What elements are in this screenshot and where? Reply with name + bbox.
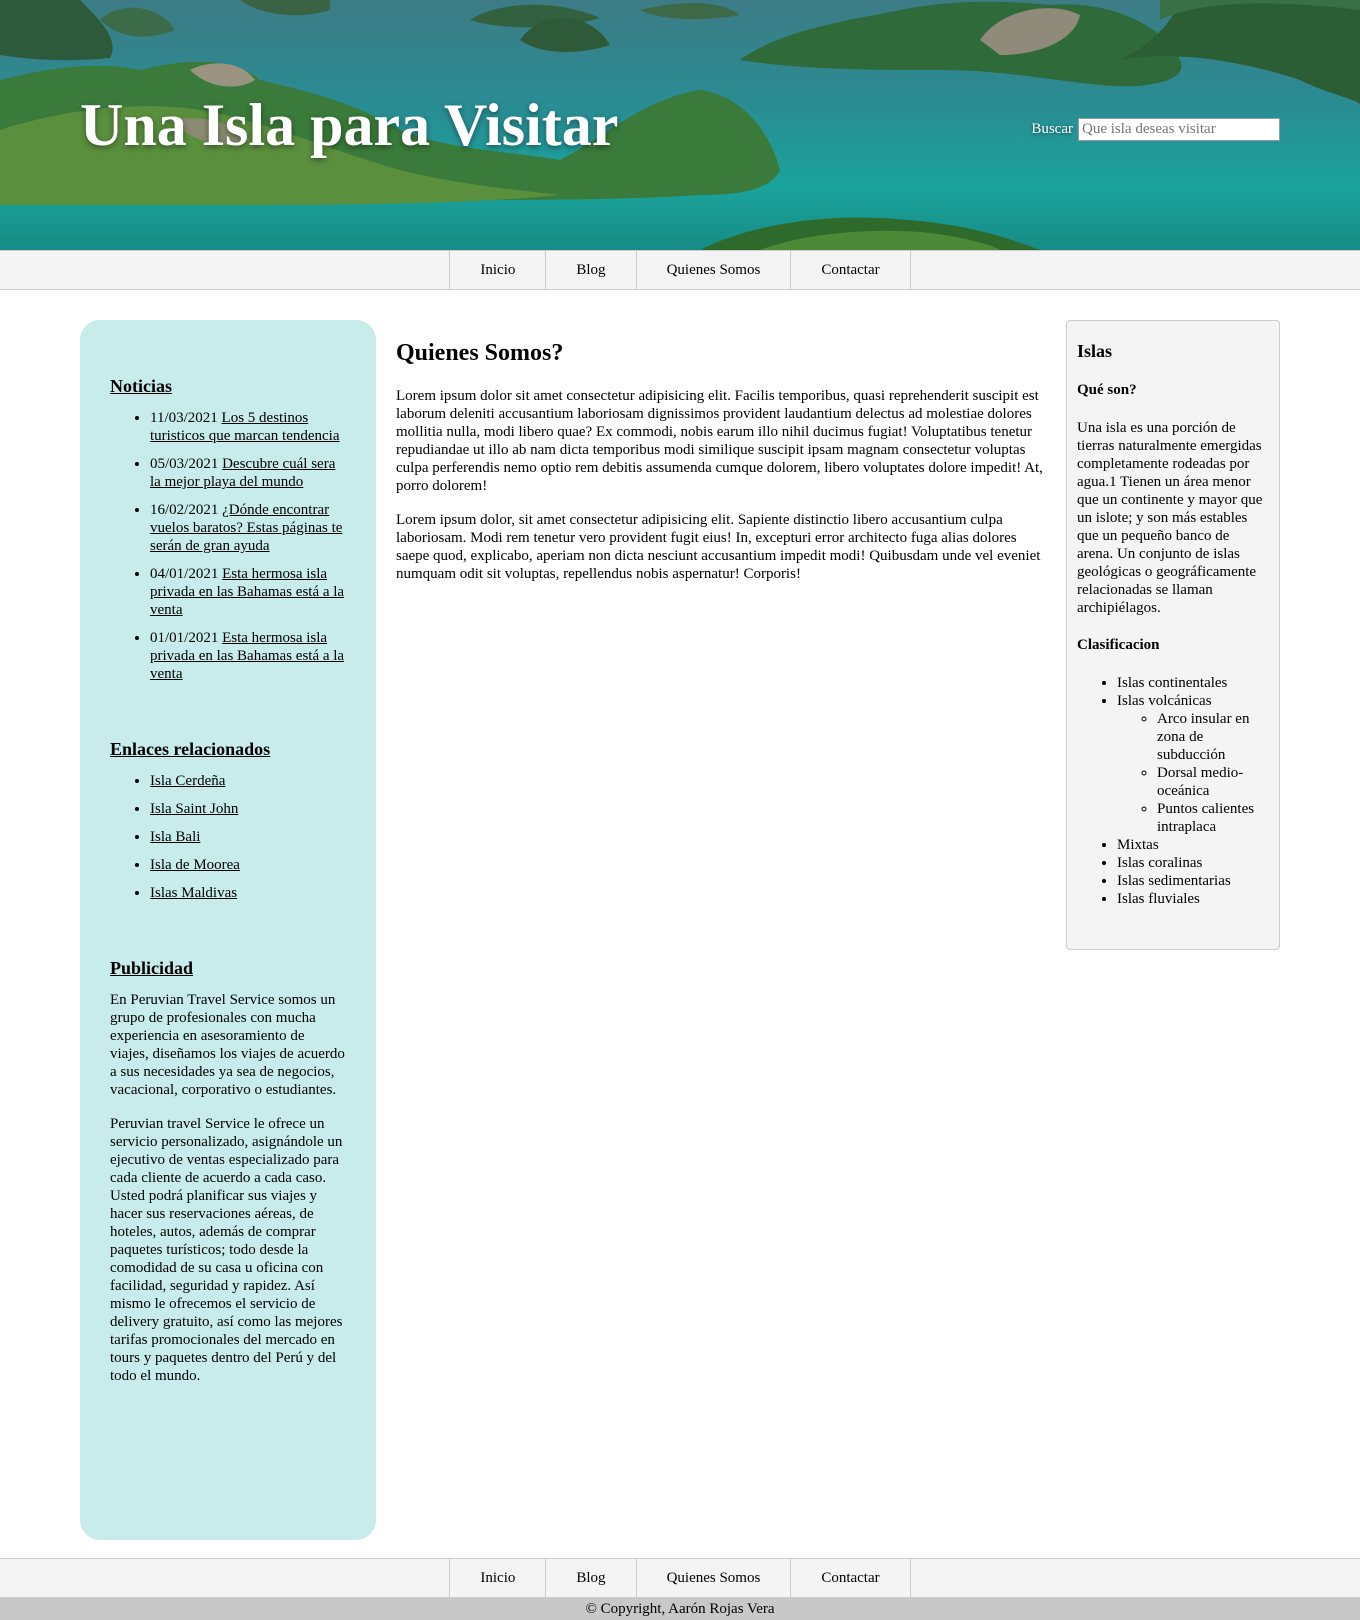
related-links-section: Enlaces relacionados Isla Cerdeña Isla S… [110,739,346,902]
related-link[interactable]: Isla de Moorea [150,857,240,873]
list-item: Islas sedimentarias [1117,872,1269,890]
news-item: 04/01/2021 Esta hermosa isla privada en … [150,565,346,619]
list-item: Islas continentales [1117,674,1269,692]
news-list: 11/03/2021 Los 5 destinos turisticos que… [110,409,346,683]
list-item: Isla Bali [150,828,346,846]
list-item: Islas fluviales [1117,890,1269,908]
content-paragraph: Lorem ipsum dolor, sit amet consectetur … [396,512,1041,582]
news-heading: Noticias [110,376,172,396]
news-date: 01/01/2021 [150,630,219,646]
footer-link-quienes-somos[interactable]: Quienes Somos [637,1559,791,1597]
nav-item-contactar: Contactar [790,1559,911,1597]
news-date: 04/01/2021 [150,566,219,582]
main-area: Noticias 11/03/2021 Los 5 destinos turis… [0,290,1360,1558]
related-link[interactable]: Isla Saint John [150,801,238,817]
related-link[interactable]: Isla Bali [150,829,200,845]
search-label: Buscar [1031,121,1073,137]
nav-link-contactar[interactable]: Contactar [791,251,909,289]
search-box: Buscar [1031,118,1280,141]
footer-nav: Inicio Blog Quienes Somos Contactar [0,1558,1360,1598]
classification-list: Islas continentales Islas volcánicas Arc… [1077,674,1269,908]
left-sidebar: Noticias 11/03/2021 Los 5 destinos turis… [80,320,376,1540]
nav-item-quienes-somos: Quienes Somos [635,251,791,289]
nav-link-inicio[interactable]: Inicio [450,251,545,289]
ads-section: Publicidad En Peruvian Travel Service so… [110,958,346,1385]
header-banner: Una Isla para Visitar Buscar [0,0,1360,250]
news-item: 11/03/2021 Los 5 destinos turisticos que… [150,409,346,445]
right-sidebar: Islas Qué son? Una isla es una porción d… [1066,320,1280,950]
related-links-heading: Enlaces relacionados [110,739,271,759]
list-item: Isla Cerdeña [150,772,346,790]
nav-item-blog: Blog [545,1559,635,1597]
list-item: Dorsal medio-oceánica [1157,764,1269,800]
search-input[interactable] [1078,118,1280,141]
news-item: 05/03/2021 Descubre cuál sera la mejor p… [150,455,346,491]
related-links-list: Isla Cerdeña Isla Saint John Isla Bali I… [110,772,346,902]
content-paragraph: Lorem ipsum dolor sit amet consectetur a… [396,388,1043,494]
ads-paragraph: Peruvian travel Service le ofrece un ser… [110,1116,343,1384]
list-item: Isla Saint John [150,800,346,818]
footer-link-blog[interactable]: Blog [546,1559,635,1597]
nav-item-contactar: Contactar [790,251,911,289]
nav-item-inicio: Inicio [449,1559,545,1597]
footer-link-inicio[interactable]: Inicio [450,1559,545,1597]
nav-item-quienes-somos: Quienes Somos [635,1559,791,1597]
volcanic-sublist: Arco insular en zona de subducción Dorsa… [1117,710,1269,836]
what-are-heading: Qué son? [1077,382,1137,398]
news-date: 11/03/2021 [150,410,218,426]
news-date: 05/03/2021 [150,456,219,472]
ads-paragraph: En Peruvian Travel Service somos un grup… [110,992,345,1098]
site-title: Una Isla para Visitar [80,92,619,158]
list-item: Isla de Moorea [150,856,346,874]
list-item: Mixtas [1117,836,1269,854]
main-nav: Inicio Blog Quienes Somos Contactar [0,250,1360,290]
ads-heading: Publicidad [110,958,194,978]
news-section: Noticias 11/03/2021 Los 5 destinos turis… [110,376,346,683]
nav-link-blog[interactable]: Blog [546,251,635,289]
classification-heading: Clasificacion [1077,637,1160,653]
page-title: Quienes Somos? [396,340,564,366]
news-item: 01/01/2021 Esta hermosa isla privada en … [150,629,346,683]
related-link[interactable]: Isla Cerdeña [150,773,225,789]
nav-item-inicio: Inicio [449,251,545,289]
nav-link-quienes-somos[interactable]: Quienes Somos [637,251,791,289]
list-item: Islas coralinas [1117,854,1269,872]
list-item: Arco insular en zona de subducción [1157,710,1269,764]
list-item: Islas Maldivas [150,884,346,902]
related-link[interactable]: Islas Maldivas [150,885,237,901]
islands-definition: Una isla es una porción de tierras natur… [1077,420,1263,616]
main-content: Quienes Somos? Lorem ipsum dolor sit ame… [396,320,1046,599]
islands-heading: Islas [1077,341,1113,361]
copyright: © Copyright, Aarón Rojas Vera [0,1598,1360,1620]
news-item: 16/02/2021 ¿Dónde encontrar vuelos barat… [150,501,346,555]
list-item: Islas volcánicas Arco insular en zona de… [1117,692,1269,836]
list-item: Puntos calientes intraplaca [1157,800,1269,836]
list-item-label: Islas volcánicas [1117,693,1212,709]
nav-item-blog: Blog [545,251,635,289]
footer-link-contactar[interactable]: Contactar [791,1559,909,1597]
news-date: 16/02/2021 [150,502,219,518]
